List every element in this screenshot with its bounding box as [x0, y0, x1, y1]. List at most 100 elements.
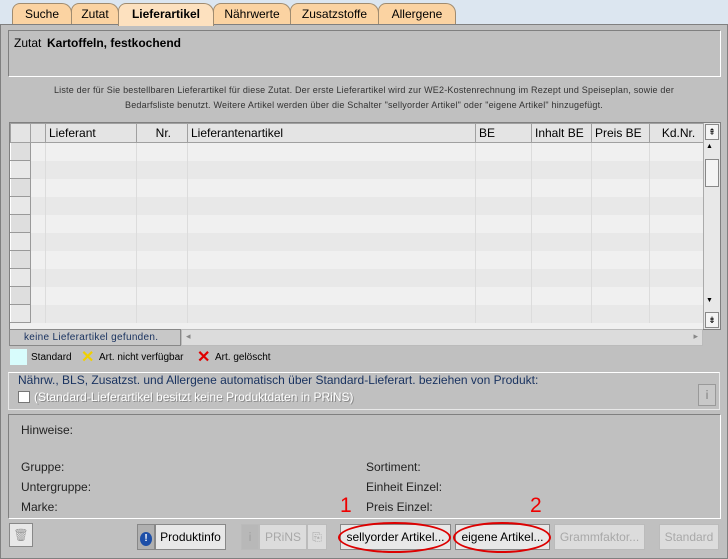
table-cell[interactable] — [531, 142, 592, 161]
table-cell[interactable] — [475, 250, 532, 269]
table-cell[interactable] — [649, 178, 705, 197]
table-cell[interactable] — [475, 142, 532, 161]
col-be[interactable]: BE — [475, 123, 532, 143]
col-nr[interactable]: Nr. — [136, 123, 188, 143]
tab-suche[interactable]: Suche — [12, 3, 72, 25]
table-cell[interactable] — [45, 304, 137, 323]
table-cell[interactable] — [531, 214, 592, 233]
table-cell[interactable] — [136, 178, 188, 197]
col-lieferantenartikel[interactable]: Lieferantenartikel — [187, 123, 476, 143]
table-cell[interactable] — [531, 250, 592, 269]
table-cell[interactable] — [591, 142, 650, 161]
table-cell[interactable] — [531, 268, 592, 287]
table-cell[interactable] — [187, 304, 476, 323]
table-cell[interactable] — [30, 214, 46, 233]
table-cell[interactable] — [649, 142, 705, 161]
table-cell[interactable] — [187, 142, 476, 161]
col-inhalt-be[interactable]: Inhalt BE — [531, 123, 592, 143]
table-cell[interactable] — [591, 232, 650, 251]
table-cell[interactable] — [187, 160, 476, 179]
table-cell[interactable] — [45, 250, 137, 269]
table-cell[interactable] — [591, 268, 650, 287]
table-cell[interactable] — [649, 232, 705, 251]
horizontal-scrollbar[interactable]: ◂ ▸ — [181, 329, 703, 346]
scroll-top-icon[interactable]: ⇞ — [705, 124, 719, 140]
row-header[interactable] — [10, 286, 31, 305]
table-cell[interactable] — [649, 214, 705, 233]
table-cell[interactable] — [531, 286, 592, 305]
delete-trash-button[interactable]: 🗑 — [9, 523, 33, 547]
table-cell[interactable] — [649, 160, 705, 179]
table-cell[interactable] — [187, 250, 476, 269]
table-cell[interactable] — [136, 250, 188, 269]
table-cell[interactable] — [45, 142, 137, 161]
table-cell[interactable] — [591, 214, 650, 233]
table-cell[interactable] — [475, 232, 532, 251]
scroll-down-icon[interactable]: ▼ — [706, 297, 713, 304]
scroll-right-icon[interactable]: ▸ — [693, 331, 698, 342]
row-header[interactable] — [10, 178, 31, 197]
table-cell[interactable] — [187, 178, 476, 197]
tab-allergene[interactable]: Allergene — [378, 3, 456, 25]
col-lieferant[interactable]: Lieferant — [45, 123, 137, 143]
table-cell[interactable] — [136, 268, 188, 287]
lieferartikel-table[interactable]: Lieferant Nr. Lieferantenartikel BE Inha… — [9, 122, 721, 330]
table-row[interactable] — [10, 160, 705, 179]
scroll-up-icon[interactable]: ▲ — [706, 143, 713, 150]
table-row[interactable] — [10, 250, 705, 269]
table-cell[interactable] — [187, 286, 476, 305]
table-row[interactable] — [10, 286, 705, 305]
table-cell[interactable] — [531, 232, 592, 251]
produktinfo-button[interactable]: Produktinfo — [155, 524, 226, 550]
table-cell[interactable] — [591, 286, 650, 305]
table-cell[interactable] — [30, 250, 46, 269]
table-cell[interactable] — [649, 268, 705, 287]
tab-zutat[interactable]: Zutat — [71, 3, 119, 25]
auto-product-checkbox[interactable] — [18, 391, 30, 403]
table-cell[interactable] — [475, 160, 532, 179]
row-header[interactable] — [10, 160, 31, 179]
table-cell[interactable] — [45, 160, 137, 179]
prins-info-icon[interactable]: i — [241, 524, 259, 550]
table-cell[interactable] — [45, 268, 137, 287]
row-header[interactable] — [10, 214, 31, 233]
table-cell[interactable] — [649, 196, 705, 215]
col-preis-be[interactable]: Preis BE — [591, 123, 650, 143]
row-header[interactable] — [10, 304, 31, 323]
tab-naehrwerte[interactable]: Nährwerte — [213, 3, 291, 25]
tab-lieferartikel[interactable]: Lieferartikel — [118, 3, 214, 26]
table-cell[interactable] — [45, 196, 137, 215]
table-cell[interactable] — [187, 196, 476, 215]
scroll-thumb[interactable] — [705, 159, 719, 187]
standard-button[interactable]: Standard — [659, 524, 719, 550]
grammfaktor-button[interactable]: Grammfaktor... — [554, 524, 645, 550]
table-cell[interactable] — [649, 250, 705, 269]
table-cell[interactable] — [531, 178, 592, 197]
row-header[interactable] — [10, 196, 31, 215]
row-header[interactable] — [10, 268, 31, 287]
table-cell[interactable] — [30, 178, 46, 197]
table-cell[interactable] — [187, 232, 476, 251]
table-cell[interactable] — [531, 304, 592, 323]
copy-icon[interactable]: ⎘ — [307, 524, 327, 550]
table-cell[interactable] — [136, 196, 188, 215]
table-row[interactable] — [10, 142, 705, 161]
row-header[interactable] — [10, 232, 31, 251]
table-row[interactable] — [10, 196, 705, 215]
table-cell[interactable] — [30, 160, 46, 179]
scroll-left-icon[interactable]: ◂ — [186, 331, 191, 342]
table-cell[interactable] — [30, 304, 46, 323]
table-cell[interactable] — [475, 268, 532, 287]
table-row[interactable] — [10, 268, 705, 287]
table-row[interactable] — [10, 304, 705, 323]
table-cell[interactable] — [187, 214, 476, 233]
table-cell[interactable] — [136, 286, 188, 305]
table-cell[interactable] — [45, 232, 137, 251]
table-cell[interactable] — [475, 286, 532, 305]
produktinfo-icon-button[interactable]: ! — [137, 524, 155, 550]
table-cell[interactable] — [136, 160, 188, 179]
table-cell[interactable] — [136, 142, 188, 161]
table-cell[interactable] — [30, 196, 46, 215]
col-kd-nr[interactable]: Kd.Nr. — [649, 123, 705, 143]
table-cell[interactable] — [591, 304, 650, 323]
